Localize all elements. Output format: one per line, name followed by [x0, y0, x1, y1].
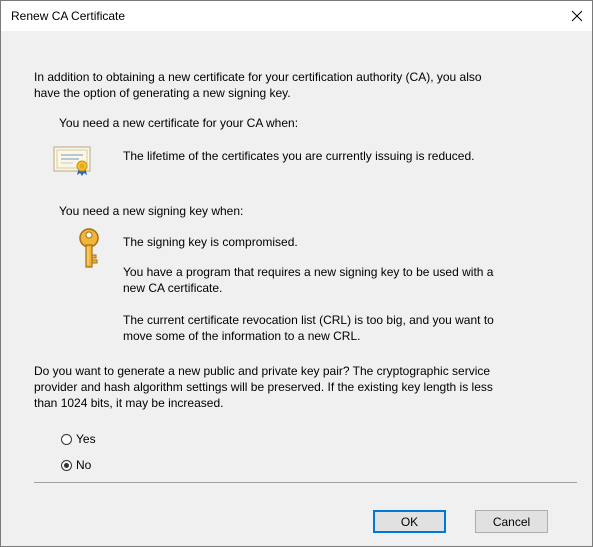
separator [34, 482, 577, 483]
cert-reason-1: The lifetime of the certificates you are… [123, 149, 475, 163]
key-reason-3-line-1: The current certificate revocation list … [123, 313, 494, 327]
title-bar: Renew CA Certificate [1, 1, 592, 31]
key-reason-3-line-2: move some of the information to a new CR… [123, 329, 361, 343]
close-button[interactable] [562, 1, 592, 31]
key-section-heading: You need a new signing key when: [59, 204, 244, 218]
intro-line-1: In addition to obtaining a new certifica… [34, 70, 482, 84]
key-icon [77, 227, 103, 274]
cancel-button[interactable]: Cancel [475, 510, 548, 533]
close-icon [571, 10, 583, 22]
question-line-3: than 1024 bits, it may be increased. [34, 396, 224, 410]
no-radio-label: No [76, 458, 92, 472]
renew-ca-certificate-dialog: Renew CA Certificate In addition to obta… [0, 0, 593, 547]
no-radio-circle[interactable] [61, 459, 72, 471]
cert-section-heading: You need a new certificate for your CA w… [59, 116, 299, 130]
certificate-icon [51, 141, 95, 180]
question-line-2: provider and hash algorithm settings wil… [34, 380, 493, 394]
intro-line-2: have the option of generating a new sign… [34, 86, 291, 100]
dialog-body: In addition to obtaining a new certifica… [1, 31, 592, 546]
key-reason-2-line-2: new CA certificate. [123, 281, 223, 295]
dialog-title: Renew CA Certificate [11, 9, 126, 23]
yes-radio[interactable]: Yes [61, 432, 96, 446]
key-reason-2-line-1: You have a program that requires a new s… [123, 265, 494, 279]
question-line-1: Do you want to generate a new public and… [34, 364, 491, 378]
yes-radio-label: Yes [76, 432, 96, 446]
key-reason-1: The signing key is compromised. [123, 235, 298, 249]
no-radio[interactable]: No [61, 458, 91, 472]
yes-radio-circle[interactable] [61, 433, 72, 445]
ok-button[interactable]: OK [373, 510, 446, 533]
